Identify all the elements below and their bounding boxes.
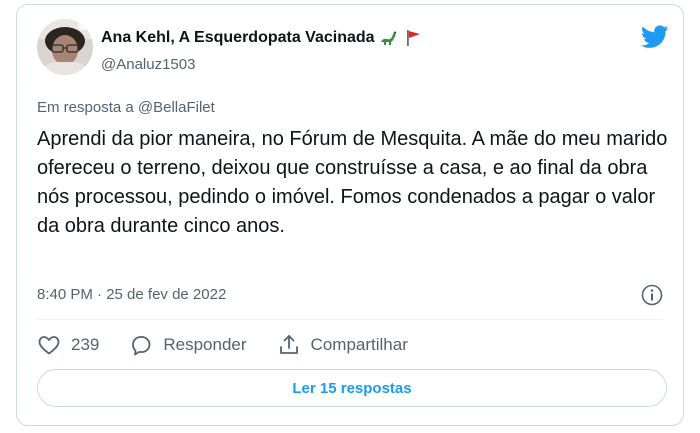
- author-name-row[interactable]: Ana Kehl, A Esquerdopata Vacinada: [101, 29, 423, 47]
- author-handle[interactable]: @Analuz1503: [101, 56, 195, 73]
- read-replies-button[interactable]: Ler 15 respostas: [37, 369, 667, 407]
- reply-button[interactable]: Responder: [129, 333, 247, 357]
- red-flag-emoji-icon: [403, 29, 423, 47]
- sauropod-emoji-icon: [379, 29, 399, 47]
- reply-context[interactable]: Em resposta a @BellaFilet: [37, 99, 215, 116]
- heart-icon: [38, 336, 60, 355]
- avatar-photo: [37, 19, 93, 75]
- share-upload-icon: [279, 335, 298, 354]
- tweet-timestamp[interactable]: 8:40 PM · 25 de fev de 2022: [37, 286, 226, 303]
- avatar[interactable]: [37, 19, 93, 75]
- speech-bubble-icon: [132, 336, 151, 356]
- tweet-actions: 239 Responder Compartilhar: [37, 332, 438, 358]
- tweet-text: Aprendi da pior maneira, no Fórum de Mes…: [37, 128, 668, 237]
- tweet-card: Ana Kehl, A Esquerdopata Vacinada @Analu…: [16, 4, 684, 426]
- like-button[interactable]: 239: [37, 333, 99, 357]
- share-label: Compartilhar: [310, 335, 408, 354]
- author-display-name[interactable]: Ana Kehl, A Esquerdopata Vacinada: [101, 29, 375, 47]
- info-icon[interactable]: [641, 284, 663, 306]
- share-button[interactable]: Compartilhar: [277, 333, 408, 357]
- twitter-bird-icon[interactable]: [640, 25, 669, 49]
- like-count: 239: [71, 335, 100, 354]
- divider: [37, 319, 663, 320]
- reply-label: Responder: [163, 335, 247, 354]
